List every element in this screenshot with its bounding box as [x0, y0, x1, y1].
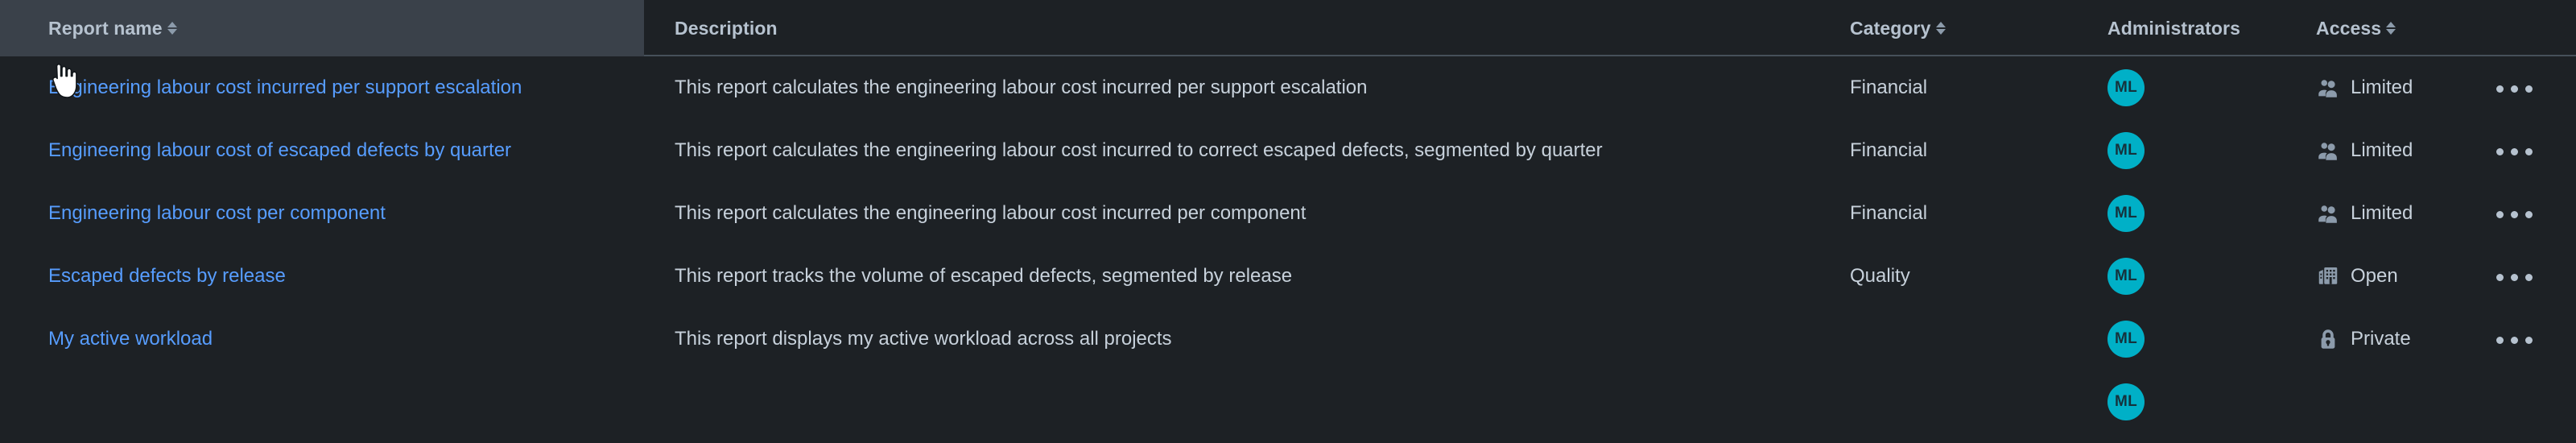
column-header-report-name-label: Report name: [48, 17, 163, 39]
cell-description: This report displays my active workload …: [660, 308, 1835, 371]
column-header-description: Description: [660, 0, 1835, 56]
table-row[interactable]: Escaped defects by release This report tr…: [0, 245, 2576, 308]
column-header-category-label: Category: [1850, 17, 1931, 39]
table-body: Engineering labour cost incurred per sup…: [0, 56, 2576, 433]
report-description-text: This report calculates the engineering l…: [675, 202, 1307, 224]
cell-category: [1835, 371, 2093, 433]
cell-category: Financial: [1835, 119, 2093, 182]
cell-row-actions: [2491, 182, 2576, 245]
cell-description: This report calculates the engineering l…: [660, 119, 1835, 182]
cell-report-name: [0, 371, 660, 433]
kebab-menu-icon[interactable]: [2491, 266, 2537, 289]
reports-table: Report name Description Category Adminis…: [0, 0, 2576, 433]
column-header-category[interactable]: Category: [1835, 0, 2093, 56]
table-header: Report name Description Category Adminis…: [0, 0, 2576, 56]
category-text: Financial: [1850, 139, 1928, 161]
cell-description: [660, 371, 1835, 433]
report-description-text: This report calculates the engineering l…: [675, 77, 1368, 98]
kebab-menu-icon[interactable]: [2491, 140, 2537, 164]
cell-report-name: Engineering labour cost incurred per sup…: [0, 56, 660, 119]
avatar[interactable]: ML: [2107, 258, 2145, 295]
column-header-description-label: Description: [675, 17, 778, 39]
report-name-link[interactable]: My active workload: [48, 328, 213, 350]
lock-icon: [2316, 327, 2340, 351]
sort-arrows-icon[interactable]: [2386, 19, 2396, 37]
avatar[interactable]: ML: [2107, 132, 2145, 169]
cell-description: This report calculates the engineering l…: [660, 56, 1835, 119]
report-description-text: This report displays my active workload …: [675, 328, 1172, 350]
cell-access: [2306, 371, 2491, 433]
kebab-menu-icon[interactable]: [2491, 77, 2537, 101]
cell-access: Limited: [2306, 119, 2491, 182]
avatar[interactable]: ML: [2107, 321, 2145, 358]
cell-access: Private: [2306, 308, 2491, 371]
column-header-administrators: Administrators: [2093, 0, 2306, 56]
table-row[interactable]: ML: [0, 371, 2576, 433]
report-name-link[interactable]: Engineering labour cost incurred per sup…: [48, 77, 522, 98]
cell-category: Quality: [1835, 245, 2093, 308]
cell-access: Limited: [2306, 56, 2491, 119]
report-name-link[interactable]: Engineering labour cost of escaped defec…: [48, 139, 511, 161]
avatar[interactable]: ML: [2107, 195, 2145, 232]
cell-report-name: Escaped defects by release: [0, 245, 660, 308]
cell-administrators: ML: [2093, 119, 2306, 182]
cell-row-actions: [2491, 371, 2576, 433]
cell-row-actions: [2491, 245, 2576, 308]
report-description-text: This report tracks the volume of escaped…: [675, 265, 1293, 287]
avatar[interactable]: ML: [2107, 383, 2145, 420]
report-name-link[interactable]: Escaped defects by release: [48, 265, 286, 287]
people-group-icon: [2316, 201, 2340, 226]
access-label: Open: [2351, 265, 2398, 287]
access-label: Limited: [2351, 202, 2413, 224]
access-label: Private: [2351, 328, 2411, 350]
cell-access: Limited: [2306, 182, 2491, 245]
column-header-access[interactable]: Access: [2306, 0, 2576, 56]
building-icon: [2316, 264, 2340, 288]
cell-report-name: Engineering labour cost per component: [0, 182, 660, 245]
cell-row-actions: [2491, 308, 2576, 371]
reports-table-page: Report name Description Category Adminis…: [0, 0, 2576, 443]
column-header-report-name[interactable]: Report name: [0, 0, 660, 56]
category-text: Financial: [1850, 77, 1928, 98]
cell-category: [1835, 308, 2093, 371]
table-row[interactable]: Engineering labour cost incurred per sup…: [0, 56, 2576, 119]
cell-administrators: ML: [2093, 245, 2306, 308]
report-name-link[interactable]: Engineering labour cost per component: [48, 202, 386, 224]
avatar[interactable]: ML: [2107, 69, 2145, 106]
table-header-row: Report name Description Category Adminis…: [0, 0, 2576, 56]
cell-report-name: My active workload: [0, 308, 660, 371]
table-row[interactable]: Engineering labour cost of escaped defec…: [0, 119, 2576, 182]
kebab-menu-icon[interactable]: [2491, 203, 2537, 226]
cell-row-actions: [2491, 56, 2576, 119]
table-row[interactable]: Engineering labour cost per component Thi…: [0, 182, 2576, 245]
cell-access: Open: [2306, 245, 2491, 308]
cell-report-name: Engineering labour cost of escaped defec…: [0, 119, 660, 182]
column-header-access-label: Access: [2316, 17, 2382, 39]
people-group-icon: [2316, 76, 2340, 100]
access-label: Limited: [2351, 77, 2413, 98]
cell-administrators: ML: [2093, 371, 2306, 433]
sort-arrows-icon[interactable]: [167, 19, 177, 37]
category-text: Quality: [1850, 265, 1910, 287]
table-row[interactable]: My active workload This report displays m…: [0, 308, 2576, 371]
cell-category: Financial: [1835, 182, 2093, 245]
category-text: Financial: [1850, 202, 1928, 224]
cell-administrators: ML: [2093, 182, 2306, 245]
report-description-text: This report calculates the engineering l…: [675, 139, 1603, 161]
cell-category: Financial: [1835, 56, 2093, 119]
kebab-menu-icon[interactable]: [2491, 329, 2537, 352]
cell-administrators: ML: [2093, 308, 2306, 371]
sort-arrows-icon[interactable]: [1935, 19, 1946, 37]
cell-description: This report calculates the engineering l…: [660, 182, 1835, 245]
column-header-administrators-label: Administrators: [2107, 17, 2240, 39]
cell-description: This report tracks the volume of escaped…: [660, 245, 1835, 308]
people-group-icon: [2316, 139, 2340, 163]
cell-administrators: ML: [2093, 56, 2306, 119]
access-label: Limited: [2351, 139, 2413, 161]
cell-row-actions: [2491, 119, 2576, 182]
